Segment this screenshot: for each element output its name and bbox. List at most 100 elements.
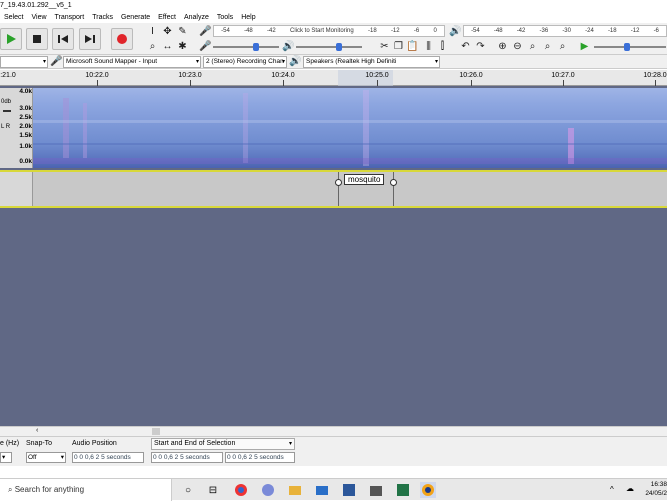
scale-label: 0.0k [19,158,32,165]
taskbar-search-box[interactable]: ⌕ Search for anything [0,479,172,501]
selection-tool-icon[interactable]: I [146,25,159,38]
scale-label: 4.0k [19,88,32,95]
tick-label: 10:26.0 [459,72,483,79]
playback-meter[interactable]: -54 -48 -42 -36 -30 -24 -18 -12 -6 [463,25,667,37]
speaker-icon[interactable]: 🔊 [449,25,462,38]
spectrogram[interactable]: 4.0k 3.0k 2.5k 2.0k 1.5k 1.0k 0.0k [19,88,667,168]
playback-volume-icon: 🔊 [282,41,295,52]
menu-tracks[interactable]: Tracks [88,14,117,21]
menu-analyze[interactable]: Analyze [180,14,213,21]
paste-icon[interactable]: 📋 [406,40,419,53]
skip-end-button[interactable] [79,28,101,50]
timeline-ruler[interactable]: :21.0 10:22.0 10:23.0 10:24.0 10:25.0 10… [0,70,667,86]
menu-select[interactable]: Select [0,14,27,21]
tray-chevron-icon[interactable]: ^ [610,485,614,494]
zoom-out-icon[interactable]: ⊖ [511,40,524,53]
label-start-handle[interactable] [335,179,342,186]
stop-icon [33,35,41,43]
multi-tool-icon[interactable]: ✱ [176,40,189,53]
audio-position-label: Audio Position [72,440,117,447]
task-view-icon[interactable]: ○ [180,482,196,498]
scale-label: 1.5k [19,132,32,139]
scroll-thumb[interactable] [152,428,160,435]
copy-icon[interactable]: ❐ [392,40,405,53]
menu-tools[interactable]: Tools [213,14,237,21]
record-icon [117,34,127,44]
chrome-icon[interactable] [233,482,249,498]
label-text-box[interactable]: mosquito [344,174,385,185]
snap-to-label: Snap-To [26,440,53,447]
file-explorer-icon[interactable] [287,482,303,498]
label-track[interactable]: mosquito [0,170,667,208]
network-icon[interactable]: ☁ [626,484,634,493]
store-icon[interactable] [368,482,384,498]
menu-bar: Select View Transport Tracks Generate Ef… [0,12,667,23]
snap-to-dropdown[interactable]: Off ▾ [26,452,66,463]
profile-avatar-icon[interactable] [260,482,276,498]
tick-label: 10:24.0 [271,72,295,79]
skip-start-button[interactable] [52,28,74,50]
zoom-in-icon[interactable]: ⊕ [496,40,509,53]
label-track-control-panel[interactable] [0,172,33,206]
zoom-toggle-icon[interactable]: ⌕ [556,40,569,53]
undo-icon[interactable]: ↶ [459,40,472,53]
status-bar [0,466,667,478]
input-device-dropdown[interactable]: Microsoft Sound Mapper - Input ▾ [63,56,201,68]
menu-view[interactable]: View [27,14,50,21]
audio-track[interactable]: 0db L R 4.0k 3.0k 2.5k 2.0k 1.5k 1.0k 0.… [0,88,667,168]
taskbar-clock[interactable]: 16:38 24/05/2 [645,480,667,498]
project-rate-dropdown[interactable]: ▾ [0,452,12,463]
audio-position-field[interactable]: 0 0 0,6 2 5 seconds [72,452,144,463]
search-icon: ⌕ [8,485,15,494]
search-placeholder: Search for anything [14,485,85,494]
fit-selection-icon[interactable]: ⌕ [526,40,539,53]
menu-effect[interactable]: Effect [154,14,180,21]
menu-help[interactable]: Help [237,14,259,21]
play-at-speed-icon[interactable]: ▶ [578,40,591,53]
menu-transport[interactable]: Transport [51,14,89,21]
scale-label: 3.0k [19,105,32,112]
playback-volume-slider[interactable] [296,42,362,52]
envelope-tool-icon[interactable]: ✥ [161,25,174,38]
menu-generate[interactable]: Generate [117,14,154,21]
mail-icon[interactable] [314,482,330,498]
draw-tool-icon[interactable]: ✎ [176,25,189,38]
input-microphone-icon: 🎤 [50,56,63,67]
zoom-tool-icon[interactable]: ⌕ [146,40,159,53]
horizontal-scrollbar[interactable]: ‹ [0,426,667,436]
play-button[interactable] [0,28,22,50]
project-rate-label: e (Hz) [0,440,20,447]
record-meter[interactable]: -54 -48 -42 Click to Start Monitoring -18-… [213,25,445,37]
trim-icon[interactable]: ⫼ [422,40,435,53]
audio-host-dropdown[interactable]: ▾ [0,56,48,68]
taskview-grid-icon[interactable]: ⊟ [205,482,221,498]
excel-icon[interactable] [395,482,411,498]
fit-project-icon[interactable]: ⌕ [541,40,554,53]
selection-toolbar: e (Hz) ▾ Snap-To Off ▾ Audio Position 0 0… [0,436,667,466]
channels-dropdown[interactable]: 2 (Stereo) Recording Chan ▾ [203,56,287,68]
label-end-handle[interactable] [390,179,397,186]
record-button[interactable] [111,28,133,50]
timeshift-tool-icon[interactable]: ↔ [161,40,174,53]
output-device-dropdown[interactable]: Speakers (Realtek High Definiti ▾ [303,56,440,68]
tick-label: 10:25.0 [365,72,389,79]
recording-volume-slider[interactable] [213,42,279,52]
audacity-icon[interactable] [420,482,436,498]
tick-label: 10:27.0 [551,72,575,79]
selection-start-field[interactable]: 0 0 0,6 2 5 seconds [151,452,223,463]
word-icon[interactable] [341,482,357,498]
cut-icon[interactable]: ✂ [378,40,391,53]
scroll-left-icon[interactable]: ‹ [36,427,38,434]
selection-end-field[interactable]: 0 0 0,6 2 5 seconds [225,452,295,463]
silence-icon[interactable]: ⫿ [436,40,449,53]
microphone-icon[interactable]: 🎤 [199,25,212,38]
play-speed-slider[interactable] [594,42,666,52]
redo-icon[interactable]: ↷ [474,40,487,53]
stop-button[interactable] [26,28,48,50]
windows-taskbar: ⌕ Search for anything ○ ⊟ ^ ☁ 16:38 24/0… [0,478,667,501]
selection-mode-dropdown[interactable]: Start and End of Selection ▾ [151,438,295,450]
play-icon [7,34,16,44]
scale-label: 1.0k [19,143,32,150]
transport-toolbar: I ✥ ✎ ⌕ ↔ ✱ 🎤 -54 -48 -42 Click to Start M… [0,23,667,55]
monitor-button-label[interactable]: Click to Start Monitoring [290,28,354,34]
